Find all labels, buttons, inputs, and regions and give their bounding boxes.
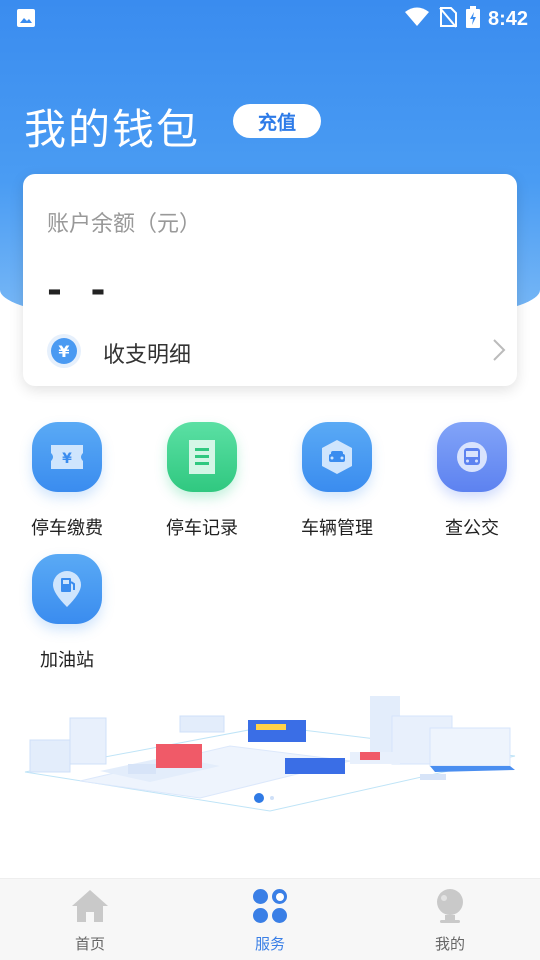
status-bar: 8:42 xyxy=(0,0,540,36)
bus-query-icon xyxy=(437,422,507,492)
tab-services[interactable]: 服务 xyxy=(210,887,330,954)
tab-home[interactable]: 首页 xyxy=(30,887,150,954)
status-time: 8:42 xyxy=(487,7,528,30)
service-parking-record[interactable]: 停车记录 xyxy=(137,422,267,540)
gas-station-icon xyxy=(32,554,102,624)
balance-label: 账户余额（元） xyxy=(47,212,202,237)
no-sim-icon xyxy=(438,6,458,32)
service-label: 查公交 xyxy=(445,518,499,539)
city-parking-illustration xyxy=(20,686,520,816)
recharge-button[interactable]: 充值 xyxy=(233,104,321,138)
tab-profile[interactable]: 我的 xyxy=(390,887,510,954)
service-vehicle-management[interactable]: 车辆管理 xyxy=(272,422,402,540)
transaction-details-label: 收支明细 xyxy=(103,343,192,368)
parking-payment-icon: ¥ xyxy=(32,422,102,492)
parking-record-icon xyxy=(167,422,237,492)
service-label: 加油站 xyxy=(40,650,94,671)
balance-value: - - xyxy=(47,270,114,311)
balance-card: 账户余额（元） - - ¥ 收支明细 xyxy=(23,174,517,386)
bottom-tab-bar: 首页 服务 我的 xyxy=(0,878,540,960)
page-title: 我的钱包 xyxy=(24,105,201,154)
service-label: 停车记录 xyxy=(166,518,238,539)
profile-icon xyxy=(390,887,510,929)
battery-charging-icon xyxy=(465,6,480,32)
yen-icon: ¥ xyxy=(47,334,81,368)
home-icon xyxy=(30,887,150,929)
service-gas-station[interactable]: 加油站 xyxy=(2,554,132,672)
service-label: 车辆管理 xyxy=(301,518,373,539)
tab-label: 我的 xyxy=(434,935,465,953)
transaction-details-row[interactable]: ¥ 收支明细 xyxy=(23,330,517,378)
service-label: 停车缴费 xyxy=(31,518,103,539)
services-icon xyxy=(210,887,330,929)
vehicle-management-icon xyxy=(302,422,372,492)
service-bus-query[interactable]: 查公交 xyxy=(407,422,537,540)
svg-text:¥: ¥ xyxy=(62,451,72,467)
service-parking-payment[interactable]: ¥ 停车缴费 xyxy=(2,422,132,540)
tab-label: 服务 xyxy=(254,935,285,953)
wifi-icon xyxy=(404,7,430,31)
chevron-right-icon xyxy=(491,336,507,368)
gallery-notification-icon xyxy=(16,8,36,32)
tab-label: 首页 xyxy=(74,935,105,953)
